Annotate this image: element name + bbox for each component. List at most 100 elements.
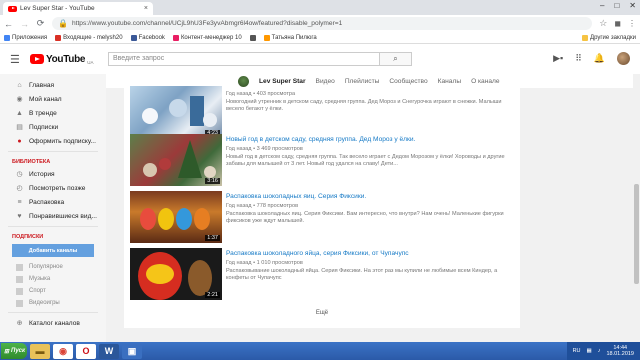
page-scrollbar[interactable] — [633, 74, 640, 342]
playlist-icon: ≡ — [17, 198, 22, 206]
sidebar-item-trending[interactable]: ▲ В тренде — [0, 106, 106, 120]
tab-about[interactable]: О канале — [471, 78, 499, 85]
youtube-logo[interactable]: YouTube UA — [30, 54, 93, 65]
channel-icon: ◉ — [16, 96, 23, 103]
sidebar-sub-popular[interactable]: Популярное — [0, 261, 106, 273]
video-thumbnail[interactable]: 4:23 — [130, 86, 222, 138]
windows-logo-icon: ⊞ — [4, 348, 10, 355]
bookmarks-bar: Приложения Входящие - melysh20 Facebook … — [0, 32, 640, 44]
video-duration: 1:37 — [205, 235, 220, 241]
taskbar-chrome[interactable]: ◉ — [53, 343, 73, 359]
clock[interactable]: 14:44 18.01.2019 — [606, 345, 634, 358]
tab-playlists[interactable]: Плейлисты — [345, 78, 380, 85]
window-icon: ▣ — [127, 345, 137, 356]
video-list: 4:23 Год назад • 403 просмотра Новогодни… — [124, 86, 520, 328]
sidebar-sub-gaming[interactable]: Видеоигры — [0, 297, 106, 309]
sidebar-item-watch-later[interactable]: ◴ Посмотреть позже — [0, 181, 106, 195]
scrollbar-thumb[interactable] — [634, 184, 639, 284]
sidebar-item-premium[interactable]: ● Оформить подписку... — [0, 134, 106, 148]
upload-video-icon[interactable]: ▶▪ — [553, 53, 563, 64]
facebook-icon — [130, 34, 137, 41]
bookmark-apps[interactable]: Приложения — [4, 34, 47, 41]
sidebar-item-unboxing-playlist[interactable]: ≡ Распаковка — [0, 195, 106, 209]
sidebar-item-my-channel[interactable]: ◉ Мой канал — [0, 92, 106, 106]
avatar[interactable] — [617, 52, 630, 65]
tab-channels[interactable]: Каналы — [438, 78, 461, 85]
video-thumbnail[interactable]: 1:37 — [130, 191, 222, 243]
video-item[interactable]: 2:21 Распаковка шоколадного яйца, серия … — [130, 248, 515, 300]
video-item[interactable]: 4:23 Год назад • 403 просмотра Новогодни… — [130, 86, 515, 138]
taskbar-opera[interactable]: O — [76, 343, 96, 359]
tab-videos[interactable]: Видео — [316, 78, 335, 85]
apps-grid-icon — [4, 34, 10, 41]
sidebar: ⌂ Главная ◉ Мой канал ▲ В тренде ▤ Подписки … — [0, 74, 106, 342]
browser-tabstrip: Lev Super Star - YouTube × – □ ✕ — [0, 0, 640, 15]
video-title[interactable]: Распаковка шоколадных яиц. Серия Фиксики… — [226, 193, 366, 200]
tab-community[interactable]: Сообщество — [389, 78, 427, 85]
omnibox[interactable]: 🔒 https://www.youtube.com/channel/UCjL9h… — [52, 17, 593, 30]
other-bookmarks[interactable]: Другие закладки — [582, 34, 636, 41]
video-description: Распаковывание шоколадный яйца. Серия Фи… — [226, 268, 498, 282]
video-description: Новогодний утренник в детском саду, сред… — [226, 99, 502, 113]
load-more-button[interactable]: Ещё — [124, 310, 520, 316]
hamburger-menu-icon[interactable]: ☰ — [10, 53, 24, 66]
maximize-button[interactable]: □ — [614, 1, 619, 10]
sidebar-item-subscriptions[interactable]: ▤ Подписки — [0, 120, 106, 134]
search-input[interactable]: Введите запрос — [108, 52, 380, 66]
taskbar-word[interactable]: W — [99, 343, 119, 359]
taskbar-app[interactable]: ▣ — [122, 343, 142, 359]
channel-avatar[interactable] — [238, 75, 249, 87]
watch-later-icon: ◴ — [16, 185, 23, 192]
network-icon[interactable]: ▦ — [587, 348, 592, 354]
video-title[interactable]: Новый год в детском саду, средняя группа… — [226, 136, 415, 143]
bookmark-star-icon[interactable]: ☆ — [599, 18, 607, 29]
forward-arrow-icon[interactable]: → — [20, 19, 29, 29]
minimize-button[interactable]: – — [600, 1, 604, 10]
search-button[interactable]: ⌕ — [380, 52, 412, 66]
browser-tab[interactable]: Lev Super Star - YouTube × — [3, 2, 153, 15]
bookmark-tatiana[interactable]: Татьяна Пилюга — [263, 34, 317, 41]
channel-name[interactable]: Lev Super Star — [259, 78, 306, 85]
youtube-favicon-icon — [8, 5, 17, 12]
masthead-icons: ▶▪ ⠿ 🔔 — [553, 52, 630, 65]
notifications-bell-icon[interactable]: 🔔 — [594, 53, 605, 64]
close-window-button[interactable]: ✕ — [629, 1, 636, 10]
language-indicator[interactable]: RU — [573, 348, 581, 354]
bookmark-content-manager[interactable]: Контент-менеджер 10 — [172, 34, 242, 41]
url-text[interactable]: https://www.youtube.com/channel/UCjL9hU3… — [72, 20, 342, 27]
taskbar-explorer[interactable]: ▬ — [30, 343, 50, 359]
apps-grid-icon[interactable]: ⠿ — [575, 53, 582, 64]
video-thumbnail[interactable]: 3:16 — [130, 134, 222, 186]
video-duration: 3:16 — [205, 178, 220, 184]
library-heading[interactable]: БИБЛИОТЕКА — [0, 157, 106, 167]
back-arrow-icon[interactable]: ← — [4, 19, 13, 29]
sidebar-item-history[interactable]: ◷ История — [0, 167, 106, 181]
tab-title: Lev Super Star - YouTube — [20, 5, 95, 12]
video-item[interactable]: 1:37 Распаковка шоколадных яиц. Серия Фи… — [130, 191, 515, 243]
search-icon: ⌕ — [393, 54, 398, 63]
add-channels-button[interactable]: Добавить каналы — [12, 244, 94, 257]
address-bar-row: ← → ⟳ 🔒 https://www.youtube.com/channel/… — [0, 15, 640, 32]
sidebar-sub-sport[interactable]: Спорт — [0, 285, 106, 297]
premium-icon: ● — [17, 137, 22, 145]
tab-close-button[interactable]: × — [144, 5, 148, 12]
bookmark-gmail[interactable]: Входящие - melysh20 — [55, 34, 123, 41]
video-meta: Год назад • 3 469 просмотров — [226, 146, 303, 152]
sidebar-item-liked-videos[interactable]: ♥ Понравившиеся вид... — [0, 209, 106, 223]
home-icon: ⌂ — [17, 81, 22, 89]
sidebar-item-channel-catalog[interactable]: ⊕ Каталог каналов — [0, 316, 106, 330]
bookmark-facebook[interactable]: Facebook — [130, 34, 165, 41]
reload-icon[interactable]: ⟳ — [36, 18, 45, 29]
video-item[interactable]: 3:16 Новый год в детском саду, средняя г… — [130, 134, 515, 186]
video-title[interactable]: Распаковка шоколадного яйца, серия Фикси… — [226, 250, 409, 257]
volume-icon[interactable]: ♪ — [598, 348, 601, 354]
bookmark-unnamed[interactable] — [249, 34, 256, 41]
menu-kebab-icon[interactable]: ⋮ — [628, 19, 636, 28]
sidebar-divider — [8, 151, 98, 152]
video-thumbnail[interactable]: 2:21 — [130, 248, 222, 300]
extension-icon[interactable]: ◼ — [614, 19, 621, 28]
start-button[interactable]: ⊞ Пуск — [1, 343, 27, 359]
sidebar-item-home[interactable]: ⌂ Главная — [0, 78, 106, 92]
word-icon: W — [104, 346, 114, 356]
sidebar-sub-music[interactable]: Музыка — [0, 273, 106, 285]
